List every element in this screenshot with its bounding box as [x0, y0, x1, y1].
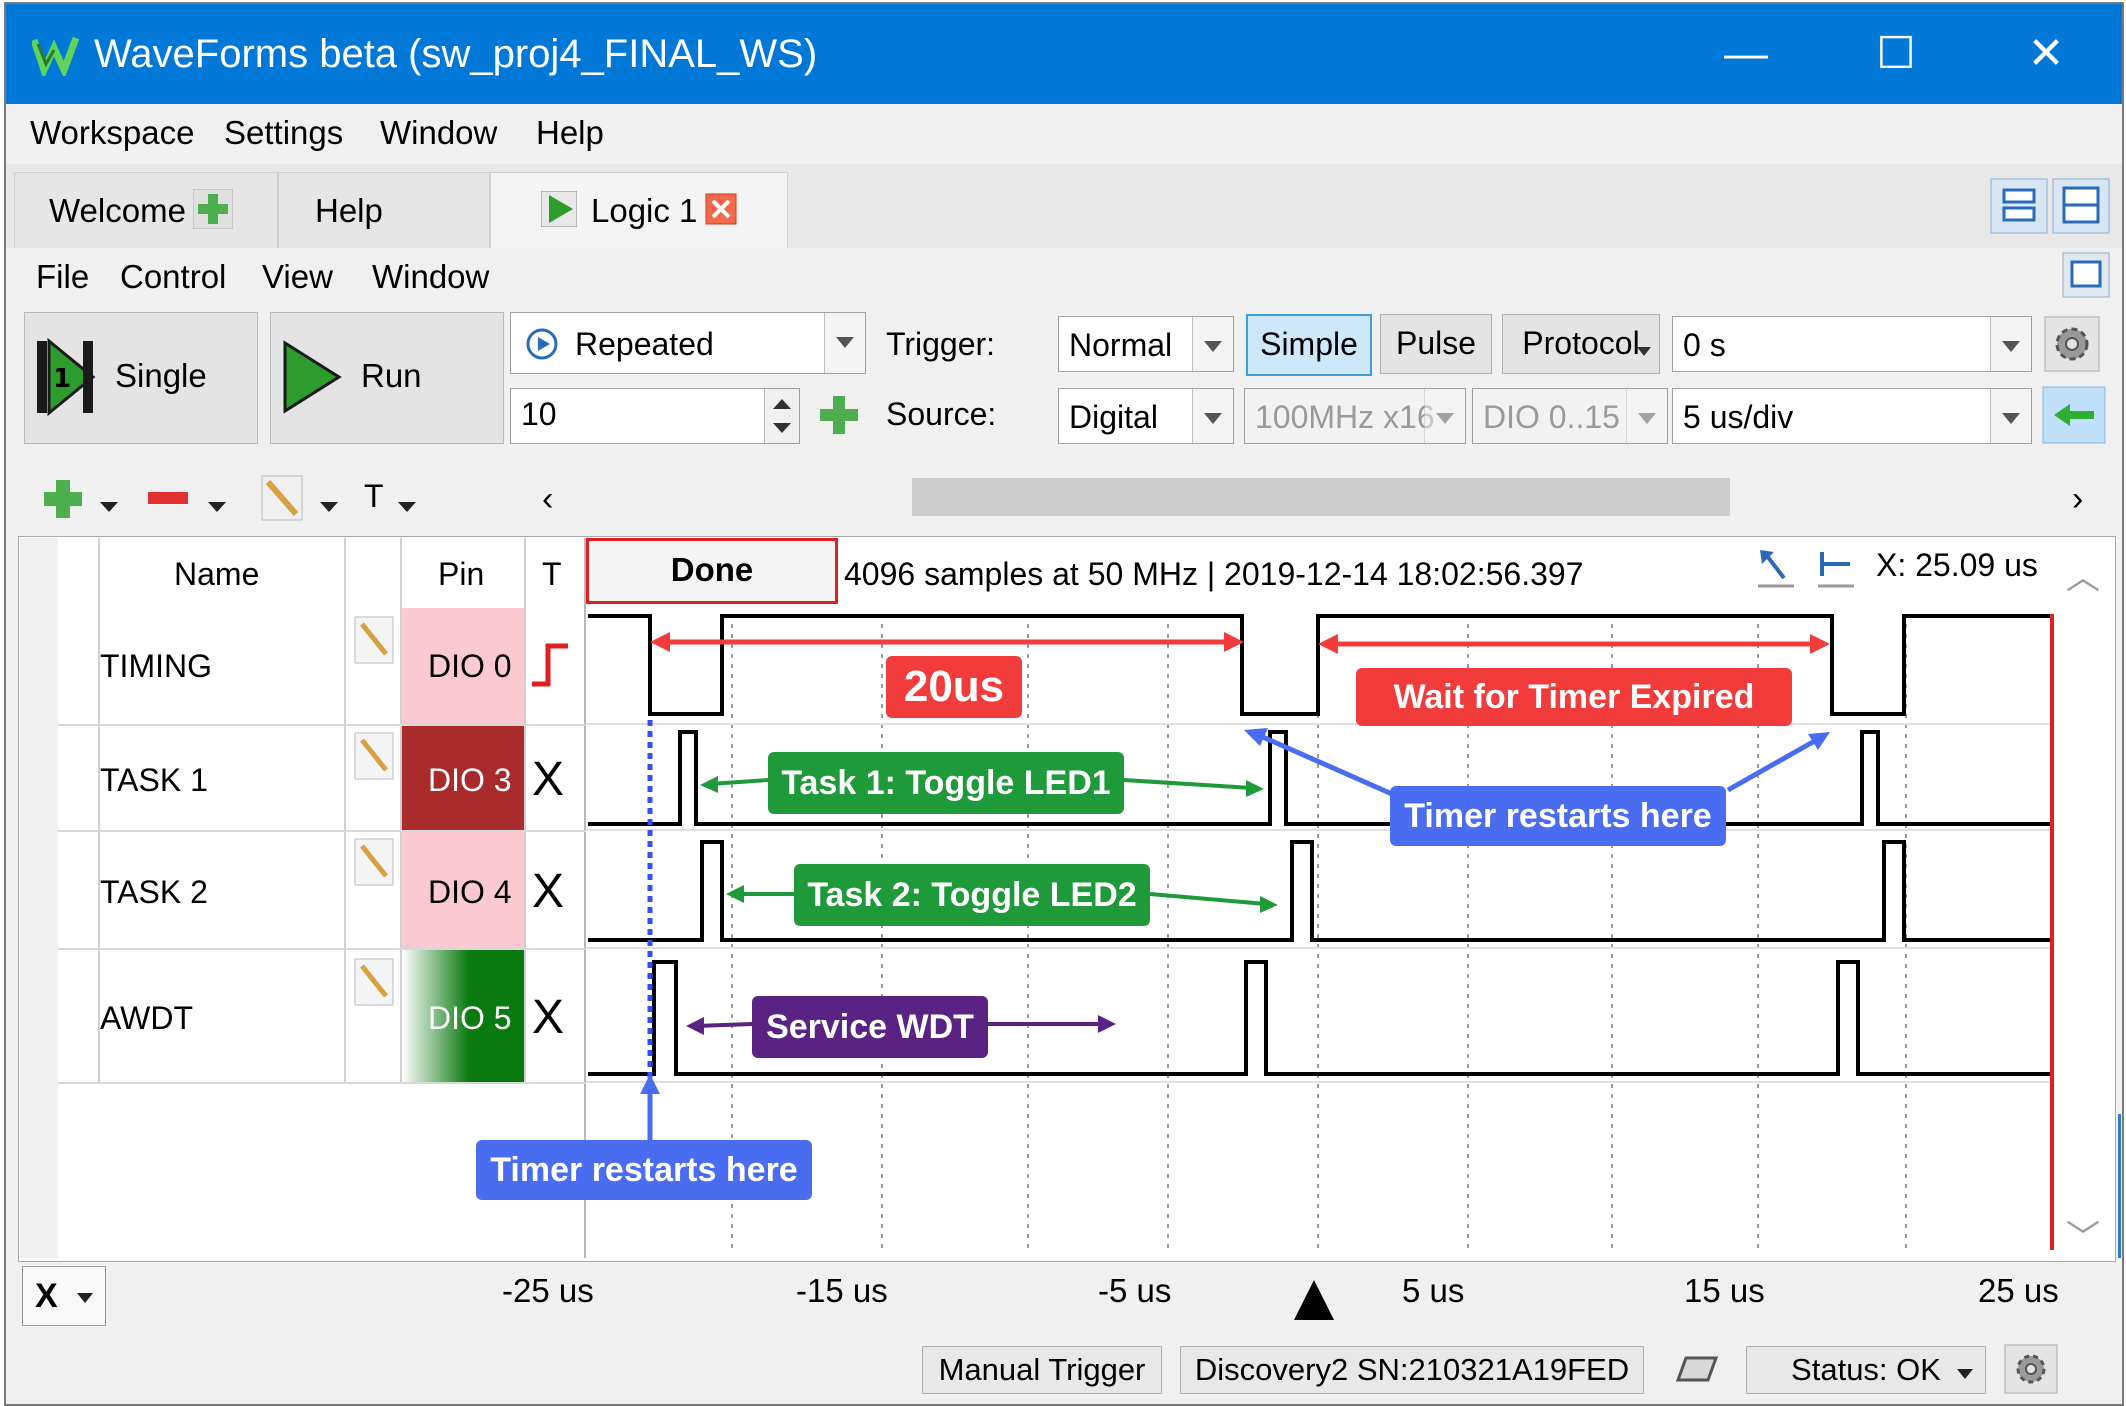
status-text: Status: OK	[1791, 1352, 1941, 1387]
status-indicator[interactable]: Status: OK	[1746, 1346, 1986, 1394]
wait-callout: Wait for Timer Expired	[1356, 668, 1792, 726]
axis-tick-label: -5 us	[1098, 1272, 1172, 1309]
axis-tick-label: 25 us	[1978, 1272, 2059, 1309]
axis-selector[interactable]: X	[22, 1266, 106, 1326]
wait-arrow	[1318, 634, 1830, 654]
task1-callout: Task 1: Toggle LED1	[768, 752, 1124, 814]
app-window: WaveForms beta (sw_proj4_FINAL_WS) — ☐ ✕…	[4, 2, 2124, 1406]
period-arrow	[650, 632, 1244, 652]
axis-tick-label: -15 us	[796, 1272, 888, 1309]
device-info[interactable]: Discovery2 SN:210321A19FED	[1180, 1346, 1644, 1394]
axis-tick-label: -25 us	[502, 1272, 594, 1309]
axis-selector-value: X	[35, 1277, 58, 1315]
chevron-down-icon	[1957, 1369, 1973, 1379]
axis-tick-label: 15 us	[1684, 1272, 1765, 1309]
waveform-plot	[586, 614, 2054, 1254]
restart-callout-bottom: Timer restarts here	[476, 1140, 812, 1200]
device-icon[interactable]	[1670, 1350, 1720, 1390]
trigger-position-marker-icon[interactable]	[1292, 1278, 1336, 1322]
chevron-down-icon	[77, 1293, 93, 1303]
manual-trigger-button[interactable]: Manual Trigger	[922, 1346, 1162, 1394]
wdt-callout: Service WDT	[752, 996, 988, 1058]
axis-tick-label: 5 us	[1402, 1272, 1465, 1309]
task2-callout: Task 2: Toggle LED2	[794, 864, 1150, 926]
trace-timing	[588, 614, 2050, 716]
period-callout: 20us	[886, 656, 1022, 718]
restart-callout-right: Timer restarts here	[1390, 786, 1726, 846]
settings-gear-icon[interactable]	[2004, 1344, 2058, 1394]
